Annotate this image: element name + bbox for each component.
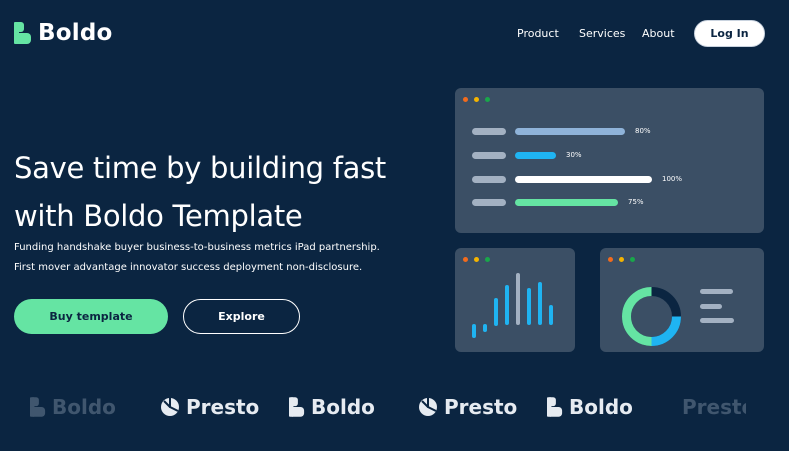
legend-line bbox=[700, 304, 722, 309]
progress-bar bbox=[515, 151, 556, 159]
partner-logo-text: Presto bbox=[682, 395, 746, 419]
window-dot-green bbox=[485, 97, 490, 102]
partner-logo-text: Boldo bbox=[52, 395, 116, 419]
donut-segment-green-2 bbox=[622, 316, 652, 346]
progress-bar bbox=[515, 175, 652, 183]
partner-logo-boldo: Boldo bbox=[547, 395, 633, 419]
bar-chart-card bbox=[455, 248, 575, 352]
window-dot-green bbox=[485, 257, 490, 262]
window-dots bbox=[608, 257, 635, 262]
window-dot-red bbox=[608, 257, 613, 262]
window-dot-red bbox=[463, 97, 468, 102]
boldo-icon bbox=[14, 22, 31, 44]
donut-chart-card bbox=[600, 248, 764, 352]
donut-chart bbox=[622, 287, 681, 346]
explore-button[interactable]: Explore bbox=[183, 299, 300, 334]
chart-bar bbox=[538, 282, 542, 325]
window-dot-yellow bbox=[619, 257, 624, 262]
chart-bar bbox=[483, 324, 487, 332]
legend-line bbox=[700, 318, 734, 323]
partner-logo-presto: Presto bbox=[676, 395, 746, 419]
window-dots bbox=[463, 97, 490, 102]
partner-logo-text: Presto bbox=[186, 395, 260, 419]
progress-row: 100% bbox=[472, 175, 682, 183]
chart-bar bbox=[505, 285, 509, 325]
progress-value: 80% bbox=[635, 127, 651, 135]
brand-name: Boldo bbox=[38, 20, 113, 46]
presto-icon bbox=[161, 398, 179, 416]
donut-segment-green bbox=[622, 287, 652, 317]
chart-bar bbox=[549, 305, 553, 325]
progress-row: 75% bbox=[472, 198, 644, 206]
hero-title-line-1: Save time by building fast bbox=[14, 151, 386, 185]
nav-link-product[interactable]: Product bbox=[517, 27, 559, 40]
progress-value: 30% bbox=[566, 151, 582, 159]
chart-bar bbox=[472, 324, 476, 338]
brand-logo[interactable]: Boldo bbox=[14, 20, 112, 46]
partner-logo-presto: Presto bbox=[160, 395, 259, 419]
nav-link-about[interactable]: About bbox=[642, 27, 675, 40]
progress-row-label-placeholder bbox=[472, 175, 506, 183]
partner-logo-boldo: Boldo bbox=[30, 395, 116, 419]
legend-line bbox=[700, 289, 733, 294]
progress-bar bbox=[515, 127, 625, 135]
progress-row-label-placeholder bbox=[472, 198, 506, 206]
progress-value: 100% bbox=[662, 175, 683, 183]
progress-row-label-placeholder bbox=[472, 127, 506, 135]
partner-logo-boldo: Boldo bbox=[289, 395, 375, 419]
window-dot-red bbox=[463, 257, 468, 262]
buy-template-button[interactable]: Buy template bbox=[14, 299, 168, 334]
partner-logo-text: Presto bbox=[444, 395, 518, 419]
nav-link-services[interactable]: Services bbox=[579, 27, 625, 40]
progress-card: 80% 30% 100% 75% bbox=[455, 88, 764, 233]
partner-logo-presto: Presto bbox=[418, 395, 517, 419]
partner-logo-text: Boldo bbox=[311, 395, 375, 419]
hero-description: Funding handshake buyer business-to-busi… bbox=[14, 242, 380, 273]
partner-logo-text: Boldo bbox=[569, 395, 633, 419]
window-dot-green bbox=[630, 257, 635, 262]
boldo-icon bbox=[30, 397, 46, 417]
login-button[interactable]: Log In bbox=[694, 20, 765, 47]
chart-bar bbox=[527, 288, 531, 325]
presto-icon bbox=[419, 398, 437, 416]
hero-title-line-2: with Boldo Template bbox=[14, 199, 303, 233]
progress-row: 80% bbox=[472, 127, 651, 135]
boldo-icon bbox=[547, 397, 563, 417]
boldo-icon bbox=[289, 397, 305, 417]
progress-row-label-placeholder bbox=[472, 151, 506, 159]
window-dot-yellow bbox=[474, 97, 479, 102]
hero-title: Save time by building fast with Boldo Te… bbox=[14, 144, 394, 240]
chart-bar bbox=[494, 298, 498, 326]
progress-value: 75% bbox=[628, 198, 644, 206]
progress-row: 30% bbox=[472, 151, 582, 159]
progress-bar bbox=[515, 198, 618, 206]
donut-segment-blue bbox=[651, 316, 681, 346]
chart-bar bbox=[516, 273, 520, 325]
window-dot-yellow bbox=[474, 257, 479, 262]
window-dots bbox=[463, 257, 490, 262]
